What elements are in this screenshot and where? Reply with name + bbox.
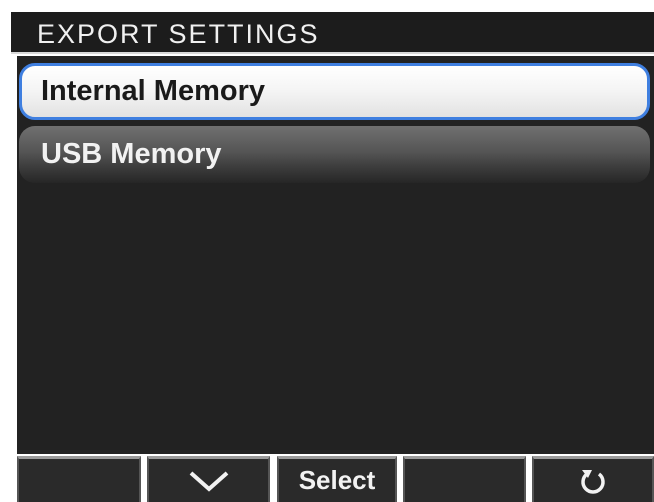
- list-item-label: Internal Memory: [41, 75, 265, 107]
- softkey-down[interactable]: [147, 456, 270, 502]
- softkey-1[interactable]: [17, 456, 141, 502]
- softkey-bar: Select: [17, 456, 654, 502]
- softkey-back[interactable]: [532, 456, 654, 502]
- chevron-down-icon: [188, 470, 230, 492]
- list-item-internal-memory[interactable]: Internal Memory: [19, 63, 650, 120]
- list-item-label: USB Memory: [41, 138, 222, 170]
- softkey-4[interactable]: [403, 456, 526, 502]
- page-title: EXPORT SETTINGS: [37, 19, 320, 49]
- title-bar: EXPORT SETTINGS: [11, 12, 654, 54]
- device-screen: EXPORT SETTINGS Internal Memory USB Memo…: [11, 12, 654, 502]
- export-destination-list: Internal Memory USB Memory: [17, 56, 654, 454]
- softkey-select[interactable]: Select: [277, 456, 397, 502]
- select-label: Select: [298, 465, 376, 495]
- back-arrow-icon: [578, 466, 608, 496]
- list-item-usb-memory[interactable]: USB Memory: [19, 126, 650, 183]
